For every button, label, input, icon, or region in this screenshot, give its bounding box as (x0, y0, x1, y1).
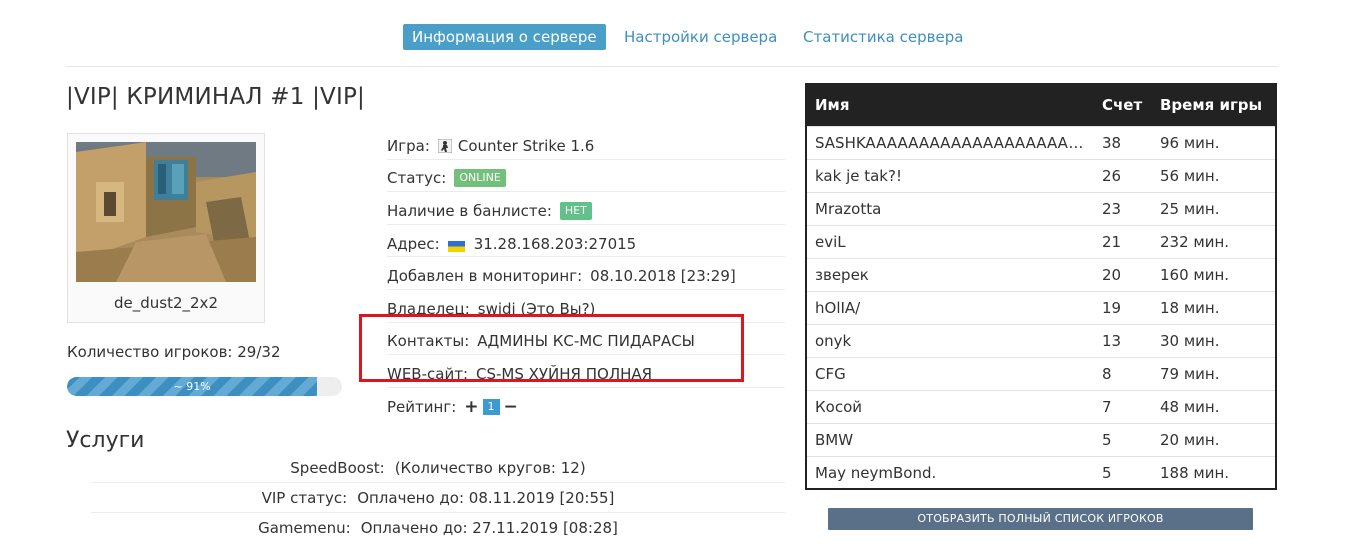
player-name: SASHKAAAAAAAAAAAAAAAAAAAAAAA... (807, 125, 1094, 159)
player-score: 8 (1094, 356, 1152, 390)
highlight-box (359, 314, 744, 382)
player-name: hOlIA/ (807, 290, 1094, 324)
players-count-label: Количество игроков: (67, 343, 233, 361)
service-row: SpeedBoost: (Количество кругов: 12) (91, 453, 785, 483)
info-row-banlist: Наличие в банлисте: НЕТ (387, 192, 785, 225)
service-value: Оплачено до: 27.11.2019 [08:28] (360, 519, 618, 537)
server-title: |VIP| КРИМИНАЛ #1 |VIP| (66, 84, 365, 110)
player-score: 7 (1094, 389, 1152, 423)
address-value[interactable]: 31.28.168.203:27015 (474, 235, 637, 253)
player-time: 96 мин. (1152, 125, 1275, 159)
player-name: onyk (807, 323, 1094, 357)
player-time: 20 мин. (1152, 422, 1275, 456)
player-score: 19 (1094, 290, 1152, 324)
players-table: Имя Счет Время игры SASHKAAAAAAAAAAAAAAA… (805, 83, 1277, 490)
table-row: Mrazotta 23 25 мин. (807, 191, 1275, 225)
service-row: VIP статус: Оплачено до: 08.11.2019 [20:… (91, 483, 785, 513)
address-label: Адрес: (387, 234, 440, 253)
table-row: onyk 13 30 мин. (807, 323, 1275, 357)
progress-label: ~ 91% (173, 380, 211, 393)
player-name: eviL (807, 224, 1094, 258)
player-name: Mrazotta (807, 191, 1094, 225)
service-row: Gamemenu: Оплачено до: 27.11.2019 [08:28… (91, 513, 785, 543)
table-row: SASHKAAAAAAAAAAAAAAAAAAAAAAA... 38 96 мин. (807, 125, 1275, 159)
show-full-player-list-button[interactable]: ОТОБРАЗИТЬ ПОЛНЫЙ СПИСОК ИГРОКОВ (828, 508, 1253, 530)
ukraine-flag-icon (447, 238, 465, 253)
rating-value: 1 (482, 399, 500, 416)
banlist-badge: НЕТ (559, 201, 592, 220)
banlist-label: Наличие в банлисте: (387, 201, 552, 220)
player-score: 5 (1094, 422, 1152, 456)
player-time: 30 мин. (1152, 323, 1275, 357)
player-time: 232 мин. (1152, 224, 1275, 258)
player-name: CFG (807, 356, 1094, 390)
player-name: kak je tak?! (807, 158, 1094, 192)
table-row: eviL 21 232 мин. (807, 224, 1275, 258)
player-time: 18 мин. (1152, 290, 1275, 324)
added-label: Добавлен в мониторинг: (387, 267, 583, 286)
service-value: (Количество кругов: 12) (394, 458, 586, 477)
player-time: 56 мин. (1152, 158, 1275, 192)
game-value: Counter Strike 1.6 (457, 136, 595, 155)
counter-strike-icon (437, 138, 453, 154)
map-card: de_dust2_2x2 (67, 133, 265, 323)
plus-icon[interactable]: + (464, 397, 478, 417)
player-name: BMW (807, 422, 1094, 456)
player-time: 160 мин. (1152, 257, 1275, 291)
tab-server-settings[interactable]: Настройки сервера (624, 24, 777, 50)
player-score: 26 (1094, 158, 1152, 192)
table-row: Косой 7 48 мин. (807, 389, 1275, 423)
players-table-header: Имя Счет Время игры (807, 85, 1275, 126)
info-row-rating: Рейтинг: + 1 − (387, 388, 785, 421)
table-row: hOlIA/19 18 мин. (807, 290, 1275, 324)
info-row-added: Добавлен в мониторинг: 08.10.2018 [23:29… (387, 257, 785, 290)
column-name[interactable]: Имя (807, 85, 1094, 126)
info-row-address: Адрес: 31.28.168.203:27015 (387, 225, 785, 258)
table-row: May neymBond. 5 188 мин. (807, 455, 1275, 489)
players-progress-bar: ~ 91% (67, 377, 342, 396)
player-time: 25 мин. (1152, 191, 1275, 225)
player-score: 23 (1094, 191, 1152, 225)
player-time: 79 мин. (1152, 356, 1275, 390)
player-score: 20 (1094, 257, 1152, 291)
player-time: 48 мин. (1152, 389, 1275, 423)
info-row-game: Игра: Counter Strike 1.6 (387, 127, 785, 160)
rating-label: Рейтинг: (387, 398, 457, 417)
info-row-status: Статус: ONLINE (387, 160, 785, 193)
player-name: May neymBond. (807, 455, 1094, 489)
status-label: Статус: (387, 169, 447, 188)
status-badge: ONLINE (454, 169, 506, 188)
player-score: 21 (1094, 224, 1152, 258)
service-label: SpeedBoost: (290, 458, 385, 477)
column-time[interactable]: Время игры (1152, 85, 1275, 126)
minus-icon[interactable]: − (504, 397, 518, 417)
player-time: 188 мин. (1152, 455, 1275, 489)
added-value: 08.10.2018 [23:29] (590, 267, 736, 286)
table-row: зверек 20 160 мин. (807, 257, 1275, 291)
player-score: 13 (1094, 323, 1152, 357)
table-row: CFG 8 79 мин. (807, 356, 1275, 390)
tab-server-stats[interactable]: Статистика сервера (803, 24, 963, 50)
service-label: VIP статус: (261, 488, 348, 507)
services-list: SpeedBoost: (Количество кругов: 12) VIP … (91, 453, 785, 543)
player-name: зверек (807, 257, 1094, 291)
table-row: BMW 5 20 мин. (807, 422, 1275, 456)
players-count-value: 29/32 (237, 343, 281, 361)
service-value: Оплачено до: 08.11.2019 [20:55] (357, 488, 615, 507)
players-count: Количество игроков: 29/32 (67, 343, 281, 361)
column-score[interactable]: Счет (1094, 85, 1152, 126)
server-tabs: Информация о сервере Настройки сервера С… (0, 24, 1351, 50)
player-score: 38 (1094, 125, 1152, 159)
divider (66, 66, 1278, 67)
services-title: Услуги (66, 428, 145, 453)
game-label: Игра: (387, 136, 430, 155)
tab-server-info[interactable]: Информация о сервере (403, 24, 606, 50)
map-preview-image (76, 142, 256, 282)
table-row: kak je tak?! 26 56 мин. (807, 158, 1275, 192)
player-name: Косой (807, 389, 1094, 423)
map-name: de_dust2_2x2 (114, 294, 218, 312)
service-label: Gamemenu: (258, 519, 351, 537)
player-score: 5 (1094, 455, 1152, 489)
